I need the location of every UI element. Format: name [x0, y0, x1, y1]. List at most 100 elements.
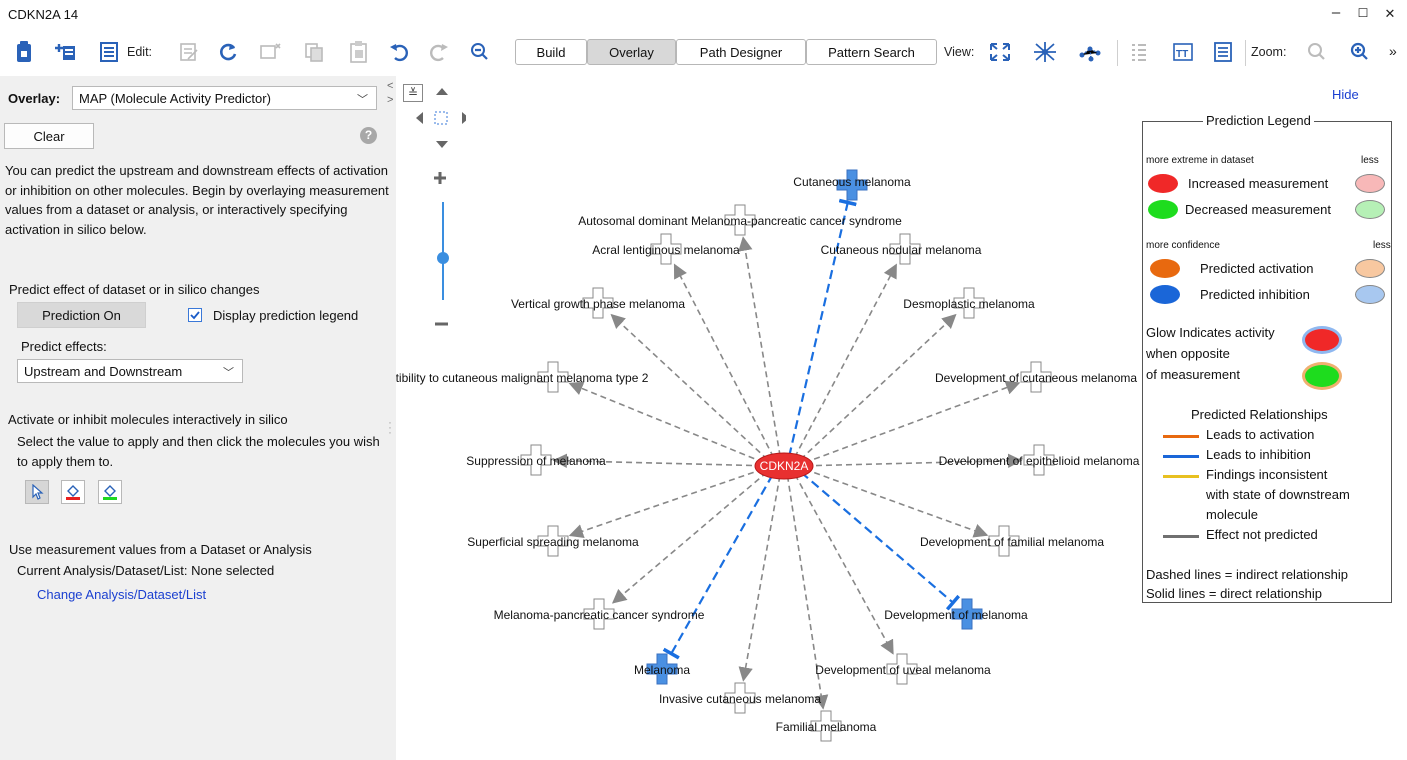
chevron-down-icon: ﹀: [357, 94, 368, 106]
glow-green-oval: [1305, 365, 1339, 387]
inconsistent-line: [1163, 475, 1199, 478]
current-analysis-text: Current Analysis/Dataset/List: None sele…: [17, 563, 275, 578]
relationship-edge[interactable]: [610, 313, 768, 460]
edit-notes-icon[interactable]: [175, 38, 203, 66]
node-label: Desmoplastic melanoma: [903, 297, 1035, 311]
checkmark-icon: [190, 311, 200, 320]
inhibition-edge[interactable]: [662, 474, 774, 660]
legend-glow-3: of measurement: [1146, 367, 1240, 382]
help-icon[interactable]: ?: [360, 127, 377, 144]
collapse-right-icon[interactable]: >: [387, 94, 393, 106]
change-analysis-link[interactable]: Change Analysis/Dataset/List: [37, 587, 206, 602]
activation-light-oval: [1355, 259, 1385, 278]
node-label: Development of cutaneous melanoma: [935, 371, 1137, 385]
relationship-edge[interactable]: [804, 468, 989, 538]
inhibition-light-oval: [1355, 285, 1385, 304]
node-label: Cutaneous melanoma: [793, 175, 911, 189]
chevron-down-icon: ﹀: [223, 367, 234, 379]
legend-glow-2: when opposite: [1146, 346, 1230, 361]
predict-effects-select[interactable]: Upstream and Downstream ﹀: [17, 359, 243, 383]
fit-view-icon[interactable]: [986, 38, 1014, 66]
node-label: Development of melanoma: [884, 608, 1028, 622]
minimize-button[interactable]: –: [1325, 4, 1347, 21]
legend-decreased: Decreased measurement: [1185, 202, 1331, 217]
overlay-description: You can predict the upstream and downstr…: [5, 163, 389, 237]
overlay-panel: Overlay: MAP (Molecule Activity Predicto…: [0, 76, 396, 760]
node-label: Familial melanoma: [776, 720, 877, 734]
relationship-edge[interactable]: [568, 381, 764, 464]
paste-icon[interactable]: [345, 38, 373, 66]
legend-more-extreme: more extreme in dataset: [1146, 155, 1254, 166]
relationship-edge[interactable]: [738, 236, 781, 457]
inhibition-line: [1163, 455, 1199, 458]
copy-icon[interactable]: [300, 38, 328, 66]
cursor-icon: [32, 484, 44, 500]
redo-icon[interactable]: [425, 38, 453, 66]
delete-image-icon[interactable]: [256, 38, 284, 66]
relationship-edge[interactable]: [568, 468, 764, 539]
zoom-out-icon[interactable]: [467, 38, 493, 66]
clipboard-icon[interactable]: [12, 38, 36, 66]
collapse-left-icon[interactable]: <: [387, 80, 393, 92]
list-view-icon[interactable]: [1125, 38, 1153, 66]
relationship-edge[interactable]: [673, 263, 775, 458]
tab-pattern-search[interactable]: Pattern Search: [806, 39, 937, 65]
toolbar: Edit: Build Overlay Path Designer Patter…: [0, 30, 1407, 77]
tab-build[interactable]: Build: [515, 39, 587, 65]
pointer-tool-button[interactable]: [25, 480, 49, 504]
more-tools-button[interactable]: »: [1389, 43, 1397, 59]
clear-button[interactable]: Clear: [4, 123, 94, 149]
center-node-group: CDKN2A: [754, 452, 814, 480]
legend-increased: Increased measurement: [1188, 176, 1329, 191]
relationship-edge[interactable]: [794, 474, 894, 655]
pathway-layout-icon[interactable]: [1075, 38, 1105, 66]
relationship-edge[interactable]: [738, 475, 781, 682]
zoom-label: Zoom:: [1251, 45, 1287, 59]
refresh-icon[interactable]: [214, 38, 242, 66]
inhibit-tool-button[interactable]: [98, 480, 122, 504]
legend-rel-activation: Leads to activation: [1206, 427, 1315, 442]
close-button[interactable]: ✕: [1379, 6, 1401, 22]
activate-heading: Activate or inhibit molecules interactiv…: [8, 412, 288, 427]
list-icon[interactable]: [97, 38, 121, 66]
measurement-heading: Use measurement values from a Dataset or…: [9, 542, 312, 557]
text-tool-icon[interactable]: TT: [1169, 38, 1197, 66]
overlay-select-value: MAP (Molecule Activity Predictor): [79, 90, 271, 106]
undo-icon[interactable]: [385, 38, 413, 66]
activate-instructions: Select the value to apply and then click…: [17, 434, 380, 469]
title-bar: CDKN2A 14 – ☐ ✕: [0, 0, 1407, 30]
legend-rel-inconsistent-1: Findings inconsistent: [1206, 467, 1328, 482]
prediction-on-button[interactable]: Prediction On: [17, 302, 146, 328]
overlay-select[interactable]: MAP (Molecule Activity Predictor) ﹀: [72, 86, 377, 110]
prediction-legend: Prediction Legend more extreme in datase…: [1142, 113, 1392, 603]
network-layout-icon[interactable]: [1030, 38, 1060, 66]
tab-overlay[interactable]: Overlay: [587, 39, 676, 65]
details-icon[interactable]: [1209, 38, 1237, 66]
maximize-button[interactable]: ☐: [1352, 6, 1374, 20]
node-label: Development of familial melanoma: [920, 535, 1104, 549]
glow-red-oval: [1305, 329, 1339, 351]
decreased-oval: [1148, 200, 1178, 219]
relationship-edge[interactable]: [794, 263, 897, 458]
not-predicted-line: [1163, 535, 1199, 538]
zoom-fit-icon[interactable]: [1303, 38, 1331, 66]
inhibition-edge[interactable]: [788, 198, 857, 457]
add-molecule-icon[interactable]: [53, 38, 79, 66]
toolbar-separator: [1117, 40, 1118, 66]
relationship-edge[interactable]: [799, 313, 957, 460]
network-canvas[interactable]: ≚ Hide Cutaneous melanoma Autosomal domin…: [396, 76, 1407, 760]
node-label: Vertical growth phase melanoma: [511, 297, 685, 311]
panel-resize-handle[interactable]: · · ·: [388, 416, 392, 438]
activate-tool-button[interactable]: [61, 480, 85, 504]
tab-path-designer[interactable]: Path Designer: [676, 39, 806, 65]
increased-oval: [1148, 174, 1178, 193]
display-legend-checkbox[interactable]: [188, 308, 202, 322]
paint-bucket-green-icon: [103, 485, 117, 500]
zoom-in-icon[interactable]: [1347, 38, 1373, 66]
node-label: Invasive cutaneous melanoma: [659, 692, 821, 706]
node-label: Melanoma: [634, 663, 690, 677]
legend-title: Prediction Legend: [1203, 113, 1314, 128]
node-label: usceptibility to cutaneous malignant mel…: [396, 371, 649, 385]
cdkn2a-label: CDKN2A: [760, 459, 809, 473]
relationship-edge[interactable]: [804, 380, 1021, 464]
